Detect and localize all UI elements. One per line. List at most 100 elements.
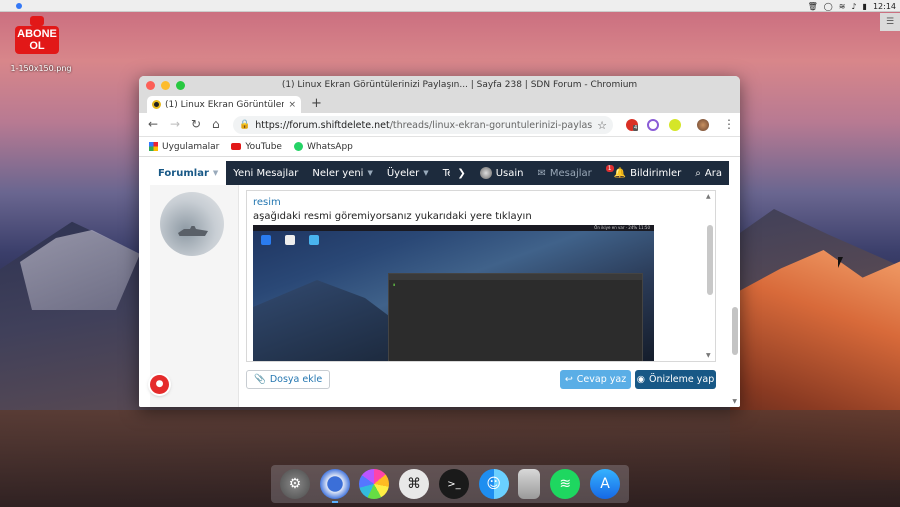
url-text[interactable]: https://forum.shiftdelete.net/threads/li… [255,120,592,131]
nav-new-posts[interactable]: Yeni Mesajlar [226,168,305,179]
notification-bubble-icon[interactable]: ● [150,375,169,394]
reload-icon[interactable]: ↻ [191,117,201,131]
editor-scrollbar[interactable]: ▲ ▼ [706,193,714,359]
dock: ⚙ ⌘ >_ ☺ ≋ A [271,465,629,503]
forum-nav: Forumlar ▼ Yeni Mesajlar Neler yeni ▼ Üyel… [150,161,729,185]
dock-trash-icon[interactable] [518,469,541,499]
running-indicator [331,501,338,503]
apps-grid-icon [149,142,158,151]
alerts-badge: 1 [605,164,614,172]
screenshot-doc-icon [285,235,295,245]
favicon-icon [152,100,161,109]
desktop-file-icon[interactable]: ABONE OL 1-150x150.png [10,16,72,73]
thumbnail-text: ABONE OL [15,26,59,54]
image-link[interactable]: resim [253,197,281,208]
sidebar-toggle-icon[interactable]: ☰ [880,13,900,31]
mouse-cursor-icon [838,257,843,268]
chevron-down-icon[interactable]: ▼ [213,169,218,177]
forward-icon[interactable]: → [170,117,180,131]
bookmark-whatsapp[interactable]: WhatsApp [293,142,353,152]
ship-image [178,226,208,236]
embedded-screenshot: Ön ikiye en var · 24% 11:50 ▮ [253,225,654,361]
battery-icon[interactable]: ▮ [863,2,867,11]
address-bar[interactable]: 🔒 https://forum.shiftdelete.net/threads/… [233,116,613,134]
scroll-down-icon[interactable]: ▼ [706,352,711,359]
youtube-icon [231,143,242,150]
dock-photos-icon[interactable] [359,469,390,499]
author-avatar[interactable] [160,192,224,256]
reply-arrow-icon: ↩ [564,374,573,385]
desktop-file-name: 1-150x150.png [10,64,72,73]
chromium-window: (1) Linux Ekran Görüntülerinizi Paylaşın… [139,76,740,407]
nav-user[interactable]: Usain [473,167,531,179]
dock-spotify-icon[interactable]: ≋ [550,469,581,499]
page-scroll-down-icon[interactable]: ▼ [732,398,737,405]
system-menubar: 🗑 ◯ ≋ ♪ ▮ 12:14 [0,0,900,12]
dock-chromium-icon[interactable] [319,469,350,503]
chevron-down-icon[interactable]: ▼ [423,169,428,177]
tab-title: (1) Linux Ekran Görüntülerinin [165,99,285,110]
window-titlebar[interactable]: (1) Linux Ekran Görüntülerinizi Paylaşın… [139,76,740,94]
bookmarks-bar: Uygulamalar YouTube WhatsApp [139,137,740,157]
lock-icon[interactable]: 🔒 [239,120,250,130]
menu-kebab-icon[interactable]: ⋮ [723,117,735,131]
nav-technology[interactable]: Teknoloji [436,168,451,179]
page-scroll-thumb[interactable] [732,307,738,355]
bookmark-apps[interactable]: Uygulamalar [149,142,219,152]
volume-icon[interactable]: ♪ [851,2,856,11]
preview-button[interactable]: ◉ Önizleme yap [635,370,716,389]
bookmark-youtube[interactable]: YouTube [231,142,282,152]
terminal-prompt: ▮ [393,282,396,287]
nav-whats-new[interactable]: Neler yeni ▼ [305,168,379,179]
bookmark-star-icon[interactable]: ☆ [597,119,607,132]
home-icon[interactable]: ⌂ [212,117,220,131]
play-icon [30,16,44,26]
dock-command-icon[interactable]: ⌘ [399,469,430,499]
scroll-thumb[interactable] [707,225,713,295]
scroll-up-icon[interactable]: ▲ [706,193,711,200]
screenshot-appstore-icon [261,235,271,245]
extension-red-icon[interactable]: 4 [626,119,639,131]
nav-members[interactable]: Üyeler ▼ [380,168,436,179]
browser-toolbar: ← → ↻ ⌂ 🔒 https://forum.shiftdelete.net/… [139,113,740,137]
back-icon[interactable]: ← [148,117,158,131]
nav-alerts[interactable]: 1 🔔 Bildirimler [599,164,689,179]
bell-icon: 🔔 [613,167,627,179]
editor-text: aşağıdaki resmi göremiyorsanız yukarıdak… [253,211,532,222]
attach-file-button[interactable]: 📎 Dosya ekle [246,370,331,389]
nav-search[interactable]: ⌕ Ara [688,168,729,179]
search-icon: ⌕ [695,167,701,179]
wifi-icon[interactable]: ≋ [839,2,846,11]
notification-icon[interactable]: ◯ [824,2,833,11]
tab-forum[interactable]: (1) Linux Ekran Görüntülerinin × [147,96,301,113]
reply-editor[interactable]: resim aşağıdaki resmi göremiyorsanız yuk… [246,190,716,362]
envelope-icon: ✉ [537,167,546,179]
workspace-indicator[interactable] [16,3,22,9]
dock-appstore-icon[interactable]: A [590,469,620,499]
chevron-down-icon[interactable]: ▼ [367,169,372,177]
dock-terminal-icon[interactable]: >_ [438,469,469,499]
clock[interactable]: 12:14 [873,2,896,11]
window-title: (1) Linux Ekran Görüntülerinizi Paylaşın… [281,80,638,90]
new-tab-button[interactable]: + [311,96,322,111]
reply-button[interactable]: ↩ Cevap yaz [560,370,631,389]
extension-yellow-icon[interactable] [669,119,681,131]
screenshot-topbar: Ön ikiye en var · 24% 11:50 [253,225,654,231]
dock-finder-icon[interactable]: ☺ [478,469,509,499]
close-tab-icon[interactable]: × [288,100,296,110]
nav-forums[interactable]: Forumlar ▼ [150,161,227,185]
post-author-column [150,185,239,407]
page-content: Forumlar ▼ Yeni Mesajlar Neler yeni ▼ Üyel… [139,157,740,407]
extension-clock-icon[interactable] [647,119,659,131]
nav-messages[interactable]: ✉ Mesajlar [530,168,598,179]
dock-settings-icon[interactable]: ⚙ [279,469,310,499]
profile-avatar[interactable] [697,119,709,131]
nav-scroll-right-icon[interactable]: ❯ [450,168,472,179]
image-thumbnail: ABONE OL [15,16,59,60]
status-area: 🗑 ◯ ≋ ♪ ▮ 12:14 [808,0,896,12]
user-avatar [479,167,492,179]
trash-status-icon[interactable]: 🗑 [808,2,818,11]
tab-strip: (1) Linux Ekran Görüntülerinin × + [139,94,740,113]
paperclip-icon: 📎 [254,374,266,385]
screenshot-folder-icon [309,235,319,245]
